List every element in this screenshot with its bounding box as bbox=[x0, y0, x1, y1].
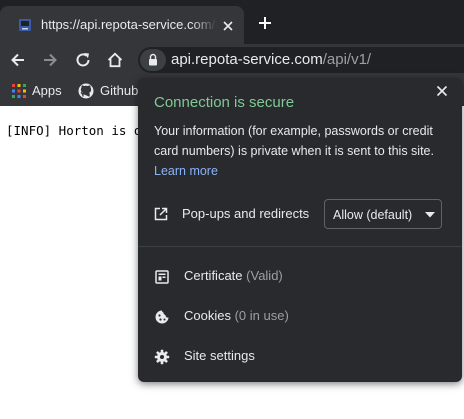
url-text: api.repota-service.com/api/v1/ bbox=[171, 51, 371, 69]
external-link-icon bbox=[154, 207, 168, 221]
bookmark-label: Github bbox=[100, 83, 139, 98]
certificate-row[interactable]: Certificate (Valid) bbox=[138, 258, 462, 294]
gear-icon bbox=[154, 349, 170, 365]
popups-permission-select[interactable]: Allow (default) bbox=[324, 199, 442, 229]
browser-window: https://api.repota-service.com/api/v1/ bbox=[0, 0, 464, 419]
close-icon[interactable] bbox=[222, 20, 234, 32]
permission-row-popups: Pop-ups and redirects Allow (default) bbox=[138, 196, 462, 232]
bookmark-github[interactable]: Github bbox=[78, 82, 138, 100]
cookies-row[interactable]: Cookies (0 in use) bbox=[138, 298, 462, 334]
site-info-button[interactable] bbox=[140, 49, 166, 71]
tab-strip: https://api.repota-service.com/api/v1/ bbox=[0, 0, 464, 44]
home-icon[interactable] bbox=[106, 51, 124, 69]
permission-select-value: Allow (default) bbox=[333, 208, 413, 222]
arrow-right-icon[interactable] bbox=[41, 51, 59, 69]
plus-icon[interactable] bbox=[258, 16, 272, 30]
row-label: Site settings bbox=[184, 348, 255, 363]
site-info-popup: Connection is secure Your information (f… bbox=[138, 78, 462, 382]
row-label: Certificate bbox=[184, 268, 243, 283]
reload-icon[interactable] bbox=[74, 51, 92, 69]
url-path: /api/v1/ bbox=[322, 51, 372, 68]
github-icon bbox=[78, 83, 94, 99]
cookies-label: Cookies (0 in use) bbox=[184, 307, 289, 325]
permission-label: Pop-ups and redirects bbox=[182, 206, 310, 221]
close-icon[interactable] bbox=[436, 85, 448, 97]
site-settings-row[interactable]: Site settings bbox=[138, 338, 462, 374]
lock-icon bbox=[149, 53, 157, 66]
toolbar: api.repota-service.com/api/v1/ bbox=[0, 44, 464, 76]
bookmark-apps[interactable]: Apps bbox=[12, 82, 62, 100]
row-sublabel: (0 in use) bbox=[234, 308, 289, 323]
address-bar[interactable]: api.repota-service.com/api/v1/ bbox=[138, 47, 464, 73]
divider bbox=[138, 246, 462, 247]
chevron-down-icon bbox=[425, 212, 435, 218]
bookmark-label: Apps bbox=[32, 83, 62, 98]
page-icon bbox=[19, 19, 31, 31]
log-line: [INFO] Horton is on bbox=[6, 123, 149, 138]
connection-description: Your information (for example, passwords… bbox=[154, 124, 434, 158]
browser-tab[interactable]: https://api.repota-service.com/api/v1/ bbox=[0, 6, 244, 44]
learn-more-link[interactable]: Learn more bbox=[154, 162, 218, 180]
tab-title: https://api.repota-service.com/api/v1/ bbox=[41, 17, 217, 32]
connection-status-title: Connection is secure bbox=[154, 94, 295, 111]
arrow-left-icon[interactable] bbox=[9, 51, 27, 69]
certificate-label: Certificate (Valid) bbox=[184, 267, 283, 285]
row-label: Cookies bbox=[184, 308, 231, 323]
cookie-icon bbox=[155, 310, 169, 324]
site-settings-label: Site settings bbox=[184, 347, 255, 365]
row-sublabel: (Valid) bbox=[246, 268, 283, 283]
certificate-icon bbox=[155, 270, 169, 284]
apps-grid-icon bbox=[12, 84, 26, 98]
url-host: api.repota-service.com bbox=[171, 51, 323, 68]
